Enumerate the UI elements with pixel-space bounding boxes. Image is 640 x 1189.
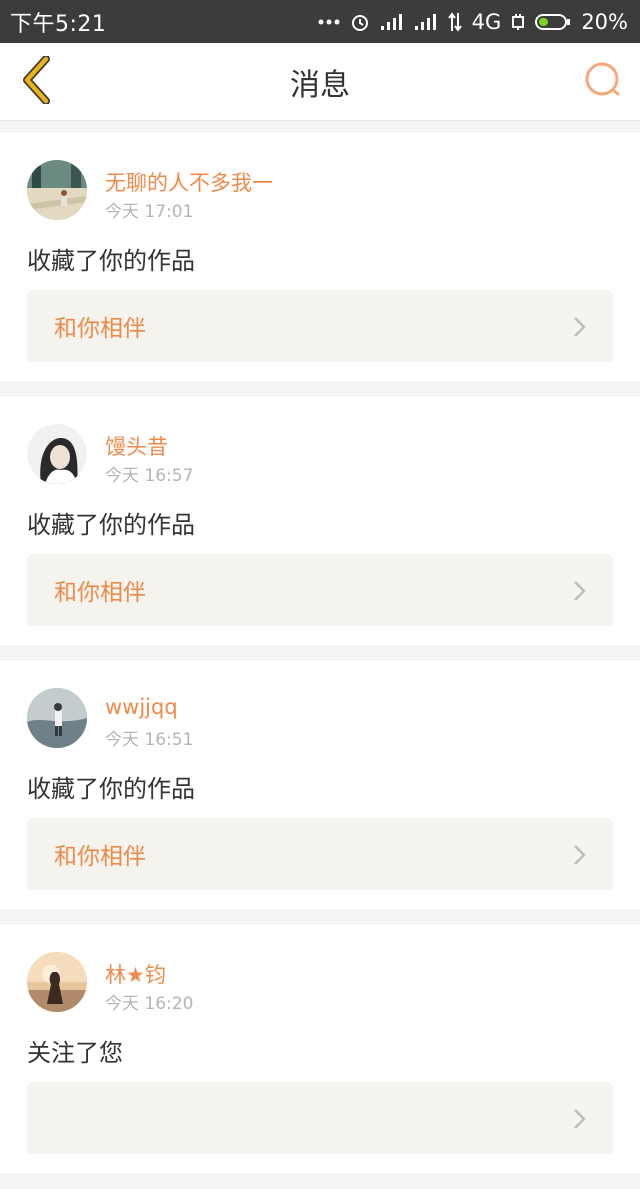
avatar[interactable] (27, 424, 87, 484)
avatar[interactable] (27, 952, 87, 1012)
action-text: 收藏了你的作品 (27, 511, 195, 539)
battery-saver-icon (511, 13, 525, 31)
status-icons: 4G 20% (318, 10, 628, 34)
work-link[interactable]: 和你相伴 (27, 290, 613, 362)
nav-bar: 消息 (0, 43, 640, 121)
action-text: 收藏了你的作品 (27, 247, 195, 275)
username[interactable]: 无聊的人不多我一 (105, 167, 273, 197)
action-text: 收藏了你的作品 (27, 775, 195, 803)
username[interactable]: wwjjqq (105, 695, 178, 719)
chevron-right-icon (573, 316, 587, 342)
network-type: 4G (471, 9, 502, 34)
battery-level: 20% (581, 9, 628, 34)
work-title: 和你相伴 (54, 580, 146, 606)
message-card: 馒头昔 今天 16:57 收藏了你的作品 和你相伴 (0, 397, 640, 645)
timestamp: 今天 17:01 (105, 202, 194, 222)
work-link[interactable]: 和你相伴 (27, 554, 613, 626)
signal-icon (414, 13, 438, 31)
search-button[interactable] (580, 59, 626, 105)
chevron-right-icon (573, 844, 587, 870)
data-transfer-icon (447, 11, 462, 32)
timestamp: 今天 16:20 (105, 994, 194, 1014)
battery-icon (535, 13, 571, 31)
work-title: 和你相伴 (54, 844, 146, 870)
avatar[interactable] (27, 160, 87, 220)
timestamp: 今天 16:57 (105, 466, 194, 486)
status-time: 下午5:21 (10, 11, 107, 37)
chevron-left-icon (20, 55, 52, 108)
chevron-right-icon (573, 580, 587, 606)
username[interactable]: 林★钧 (105, 959, 166, 989)
alarm-icon (350, 12, 370, 32)
message-card: wwjjqq 今天 16:51 收藏了你的作品 和你相伴 (0, 661, 640, 909)
page-title: 消息 (290, 68, 350, 103)
message-card: 无聊的人不多我一 今天 17:01 收藏了你的作品 和你相伴 (0, 133, 640, 381)
search-icon (584, 61, 622, 103)
signal-icon (380, 13, 404, 31)
username[interactable]: 馒头昔 (105, 431, 168, 461)
work-link[interactable] (27, 1082, 613, 1154)
status-bar: 下午5:21 4G 20% (0, 0, 640, 43)
message-list: 无聊的人不多我一 今天 17:01 收藏了你的作品 和你相伴 馒头昔 今天 16… (0, 133, 640, 1189)
avatar[interactable] (27, 688, 87, 748)
timestamp: 今天 16:51 (105, 730, 194, 750)
action-text: 关注了您 (27, 1039, 123, 1067)
more-dots-icon (318, 18, 340, 26)
work-link[interactable]: 和你相伴 (27, 818, 613, 890)
chevron-right-icon (573, 1108, 587, 1134)
back-button[interactable] (12, 55, 60, 109)
message-card: 林★钧 今天 16:20 关注了您 (0, 925, 640, 1173)
work-title: 和你相伴 (54, 316, 146, 342)
